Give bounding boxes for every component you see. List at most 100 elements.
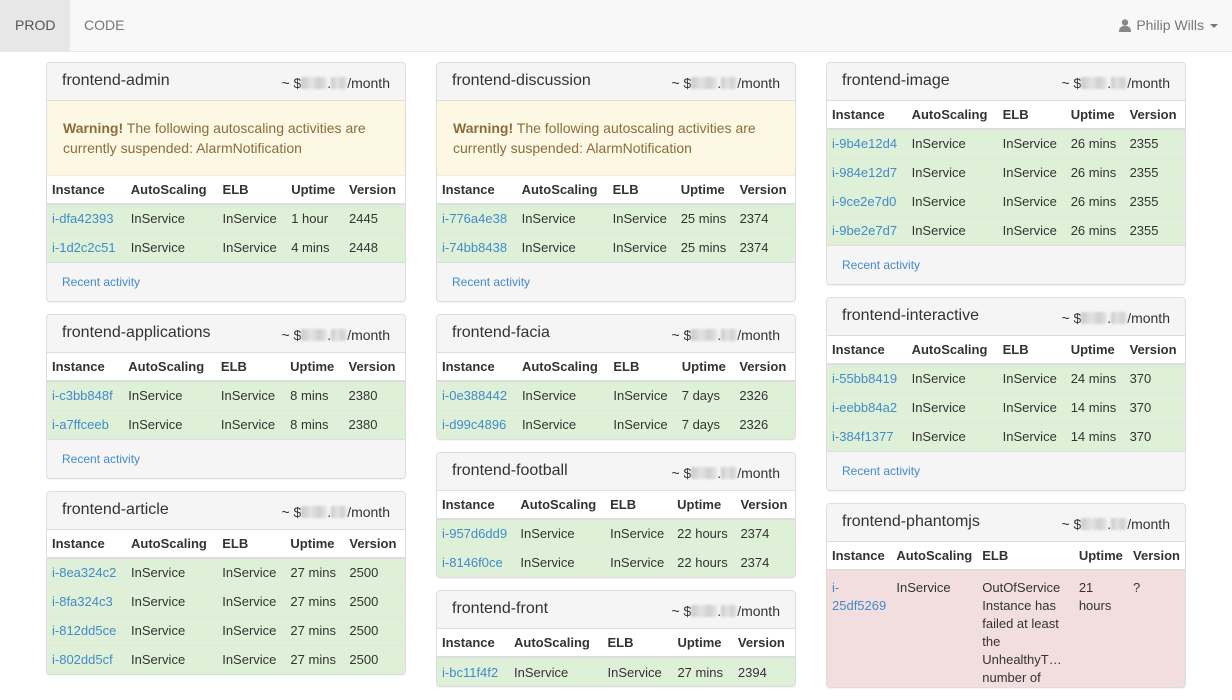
redacted-amount [691, 77, 718, 89]
cell-uptime-value: 26 mins [1065, 128, 1125, 158]
top-navbar: PROD CODE Philip Wills [0, 0, 1232, 52]
cell-version-value: 2448 [344, 232, 405, 262]
cell-instance-id-link: i-384f1377 [827, 421, 907, 451]
col-version: Version [344, 530, 405, 559]
cell-uptime-value: 25 mins [675, 232, 735, 262]
cell-elb-status: InService [607, 203, 676, 233]
redacted-cents [331, 329, 348, 341]
col-elb: ELB [217, 530, 286, 559]
col-version: Version [732, 629, 795, 658]
monthly-cost: ~ $./month [1061, 516, 1170, 532]
instance-id-link[interactable]: i-802dd5cf [52, 652, 113, 667]
cell-elb-status: InService [217, 232, 287, 262]
instance-id-link[interactable]: i-776a4e38 [442, 211, 507, 226]
cell-autoscaling-status: InService [123, 380, 216, 410]
cell-instance-id-link: i-c3bb848f [47, 380, 124, 410]
cell-version-value: 370 [1124, 421, 1185, 451]
instance-id-link[interactable]: i-a7ffceeb [52, 417, 109, 432]
monthly-cost: ~ $./month [1061, 75, 1170, 91]
instance-id-link[interactable]: i-74bb8438 [442, 240, 507, 255]
cell-version-value: 2380 [343, 380, 405, 410]
recent-activity-link[interactable]: Recent activity [452, 275, 530, 289]
instance-id-link[interactable]: i-d99c4896 [442, 417, 506, 432]
instance-id-link[interactable]: i-dfa42393 [52, 211, 113, 226]
col-uptime: Uptime [675, 176, 735, 205]
table-row: i-25df5269 InService OutOfService Instance… [827, 569, 1185, 687]
instance-id-link[interactable]: i-eebb84a2 [832, 400, 897, 415]
cell-instance-id-link: i-74bb8438 [437, 232, 517, 262]
table-header-row: Instance AutoScaling ELB Uptime Version [827, 336, 1185, 365]
cell-autoscaling-status: InService [906, 186, 998, 216]
cell-autoscaling-status: InService [515, 547, 606, 577]
recent-activity-link[interactable]: Recent activity [842, 258, 920, 272]
table-row: i-9ce2e7d0 InService InService 26 mins 2355 [827, 186, 1185, 216]
recent-activity-link[interactable]: Recent activity [62, 452, 140, 466]
cost-suffix: /month [737, 465, 780, 481]
col-elb: ELB [602, 629, 673, 658]
col-elb: ELB [977, 542, 1074, 571]
cost-prefix: ~ $ [671, 465, 692, 481]
instance-id-link[interactable]: i-812dd5ce [52, 623, 116, 638]
cell-autoscaling-status: InService [125, 232, 218, 262]
table-row: i-a7ffceeb InService InService 8 mins 2380 [47, 409, 405, 439]
redacted-amount [301, 506, 328, 518]
instance-id-link[interactable]: i-0e388442 [442, 388, 507, 403]
cost-prefix: ~ $ [671, 327, 692, 343]
cell-version-value: 2500 [344, 615, 405, 645]
cell-autoscaling-status: InService [516, 409, 609, 439]
cell-uptime-value: 27 mins [285, 644, 345, 674]
user-menu[interactable]: Philip Wills [1119, 0, 1218, 51]
cell-uptime-value: 26 mins [1065, 186, 1125, 216]
cell-instance-id-link: i-bc11f4f2 [437, 656, 510, 686]
cell-elb-status: InService [997, 157, 1066, 187]
instance-id-link[interactable]: i-384f1377 [832, 429, 893, 444]
cell-autoscaling-status: InService [906, 421, 998, 451]
instance-id-link[interactable]: i-8146f0ce [442, 555, 503, 570]
user-icon [1119, 19, 1132, 32]
cell-uptime-value: 27 mins [672, 656, 733, 686]
cell-version-value: 2355 [1124, 186, 1185, 216]
cell-instance-id-link: i-957d6dd9 [437, 518, 516, 548]
cell-uptime-value: 8 mins [285, 380, 344, 410]
cell-instance-id-link: i-dfa42393 [47, 203, 126, 233]
table-header-row: Instance AutoScaling ELB Uptime Version [47, 530, 405, 559]
instance-id-link[interactable]: i-25df5269 [832, 580, 886, 613]
redacted-cents [1111, 312, 1128, 324]
table-header-row: Instance AutoScaling ELB Uptime Version [437, 491, 795, 520]
table-header-row: Instance AutoScaling ELB Uptime Version [437, 353, 795, 382]
cell-elb-status: InService [997, 186, 1066, 216]
panel-heading: frontend-facia ~ $./month [437, 315, 795, 353]
col-elb: ELB [997, 101, 1066, 130]
instance-id-link[interactable]: i-8ea324c2 [52, 565, 116, 580]
instance-id-link[interactable]: i-9ce2e7d0 [832, 194, 896, 209]
table-row: i-eebb84a2 InService InService 14 mins 370 [827, 392, 1185, 422]
cell-autoscaling-status: InService [516, 232, 608, 262]
stack-panel: frontend-discussion ~ $./month Warning! … [436, 62, 796, 302]
cell-version-value: 2500 [344, 644, 405, 674]
stack-title: frontend-article [62, 501, 169, 518]
cost-prefix: ~ $ [671, 603, 692, 619]
panel-footer: Recent activity [827, 451, 1185, 490]
instance-id-link[interactable]: i-55bb8419 [832, 371, 897, 386]
instance-id-link[interactable]: i-c3bb848f [52, 388, 113, 403]
tab-code[interactable]: CODE [69, 0, 139, 51]
tab-prod[interactable]: PROD [0, 0, 71, 51]
col-elb: ELB [217, 176, 287, 205]
stack-panel: frontend-front ~ $./month Instance AutoS… [436, 590, 796, 687]
instance-id-link[interactable]: i-bc11f4f2 [442, 665, 498, 680]
instance-id-link[interactable]: i-1d2c2c51 [52, 240, 116, 255]
instance-id-link[interactable]: i-957d6dd9 [442, 526, 507, 541]
stack-panel: frontend-interactive ~ $./month Instance… [826, 297, 1186, 491]
redacted-amount [1081, 518, 1108, 530]
instance-id-link[interactable]: i-9b4e12d4 [832, 136, 897, 151]
col-instance: Instance [47, 530, 126, 559]
instance-id-link[interactable]: i-8fa324c3 [52, 594, 113, 609]
recent-activity-link[interactable]: Recent activity [62, 275, 140, 289]
table-row: i-74bb8438 InService InService 25 mins 2374 [437, 232, 795, 262]
instance-id-link[interactable]: i-9be2e7d7 [832, 223, 897, 238]
col-uptime: Uptime [672, 491, 736, 520]
cell-autoscaling-status: InService [125, 644, 218, 674]
recent-activity-link[interactable]: Recent activity [842, 464, 920, 478]
instance-id-link[interactable]: i-984e12d7 [832, 165, 897, 180]
col-elb: ELB [607, 176, 676, 205]
